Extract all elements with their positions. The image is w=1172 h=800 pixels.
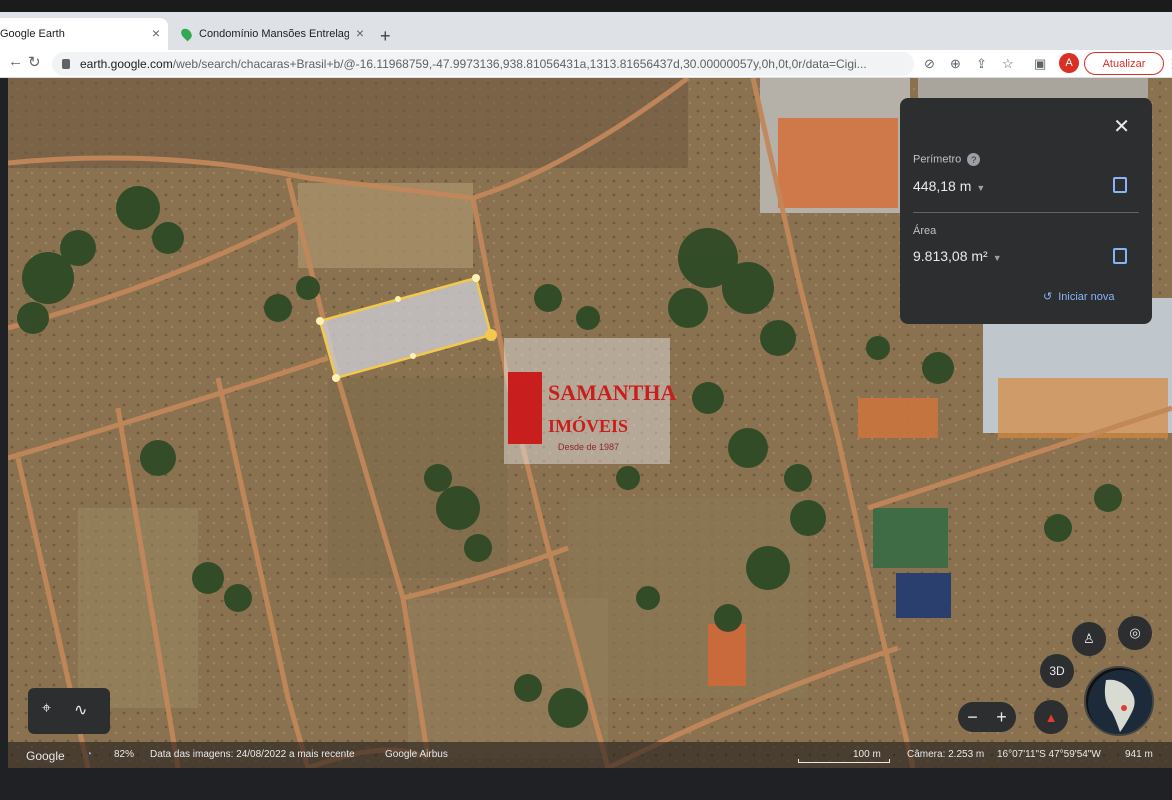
back-arrow-icon[interactable]: ←: [8, 53, 23, 70]
extension-icon[interactable]: ⊘: [924, 56, 935, 72]
zoom-icon[interactable]: ⊕: [950, 56, 961, 72]
reload-icon[interactable]: ↻: [28, 53, 41, 71]
close-icon[interactable]: ×: [356, 25, 364, 41]
bottom-strip: [0, 768, 1172, 800]
zoom-in-button[interactable]: +: [996, 707, 1007, 728]
lock-icon[interactable]: [62, 59, 70, 69]
area-value[interactable]: 9.813,08 m² ▼: [913, 248, 1002, 264]
perimeter-label: Perímetro?: [913, 153, 981, 166]
imagery-credits: Google Airbus: [385, 749, 448, 760]
tab-title: Google Earth: [0, 28, 65, 40]
measure-path-icon[interactable]: ∿: [74, 700, 87, 720]
camera-altitude: Câmera: 2.253 m: [907, 749, 985, 760]
new-tab-button[interactable]: +: [380, 26, 391, 47]
url-text[interactable]: earth.google.com/web/search/chacaras+Bra…: [80, 57, 910, 71]
zoom-out-button[interactable]: −: [967, 707, 978, 728]
tab-bar: Google Earth × Condomínio Mansões Entrel…: [0, 12, 1172, 50]
perimeter-value[interactable]: 448,18 m ▼: [913, 178, 985, 194]
tab-title: Condomínio Mansões Entrelag: [199, 28, 349, 40]
loading-spinner-icon: ◔: [86, 749, 93, 760]
pegman-icon[interactable]: ♙: [1072, 622, 1106, 656]
panel-divider: [913, 212, 1139, 213]
google-logo: Google: [26, 749, 65, 763]
watermark-logo: [508, 372, 542, 444]
perimeter-value-text: 448,18 m: [913, 178, 972, 194]
map-pin-icon: [179, 26, 194, 42]
close-icon[interactable]: ✕: [1113, 114, 1130, 139]
map-tools: ⌖ ∿: [28, 688, 110, 734]
perimeter-label-text: Perímetro: [913, 153, 962, 166]
restart-icon: ↺: [1043, 291, 1053, 303]
imagery-date[interactable]: Data das imagens: 24/08/2022 a mais rece…: [150, 749, 355, 760]
avatar[interactable]: A: [1059, 53, 1079, 73]
menu-icon[interactable]: ⋮: [1166, 56, 1172, 72]
restart-button[interactable]: ↺ Iniciar nova: [1043, 290, 1115, 304]
copy-icon[interactable]: [1113, 248, 1127, 264]
coordinates: 16°07'11"S 47°59'54"W: [997, 749, 1101, 760]
top-strip: [0, 0, 1172, 12]
area-label: Área: [913, 225, 937, 237]
compass-icon[interactable]: ▲: [1034, 700, 1068, 734]
close-icon[interactable]: ×: [152, 25, 160, 41]
watermark: SAMANTHA IMÓVEIS Desde de 1987: [504, 338, 676, 464]
address-bar-row: ← ↻ earth.google.com/web/search/chacaras…: [0, 50, 1172, 78]
measure-panel: ✕ Perímetro? 448,18 m ▼ Área 9.813,08 m² ▼…: [900, 98, 1152, 324]
share-icon[interactable]: ⇪: [976, 56, 987, 72]
place-pin-icon[interactable]: ⌖: [42, 700, 51, 718]
area-value-text: 9.813,08 m²: [913, 248, 988, 264]
tab-google-earth[interactable]: Google Earth ×: [0, 18, 168, 50]
sidepanel-icon[interactable]: ▣: [1034, 56, 1046, 72]
load-percent: 82%: [114, 749, 135, 760]
restart-label: Iniciar nova: [1058, 290, 1115, 303]
update-button[interactable]: Atualizar: [1084, 52, 1164, 75]
tab-condominio[interactable]: Condomínio Mansões Entrelag ×: [172, 18, 372, 50]
scale-bar: [798, 759, 890, 763]
globe-icon[interactable]: [1084, 666, 1154, 736]
dropdown-arrow-icon[interactable]: ▼: [976, 183, 985, 193]
watermark-brand: SAMANTHA: [548, 380, 677, 405]
star-icon[interactable]: ☆: [1002, 56, 1014, 72]
url-host: earth.google.com: [80, 57, 173, 71]
my-location-icon[interactable]: ◎: [1118, 616, 1152, 650]
watermark-since: Desde de 1987: [558, 442, 620, 452]
help-icon[interactable]: ?: [967, 153, 981, 166]
url-path: /web/search/chacaras+Brasil+b/@-16.11968…: [172, 57, 867, 71]
elevation: 941 m: [1125, 749, 1153, 760]
omnibox[interactable]: earth.google.com/web/search/chacaras+Bra…: [52, 52, 914, 76]
toggle-3d-button[interactable]: 3D: [1040, 654, 1074, 688]
zoom-controls: − +: [958, 702, 1016, 732]
map-status-bar: Google ◔ 82% Data das imagens: 24/08/202…: [8, 742, 1172, 768]
dropdown-arrow-icon[interactable]: ▼: [993, 253, 1002, 263]
screen: Google Earth × Condomínio Mansões Entrel…: [0, 0, 1172, 800]
copy-icon[interactable]: [1113, 177, 1127, 193]
watermark-subtitle: IMÓVEIS: [548, 416, 629, 436]
